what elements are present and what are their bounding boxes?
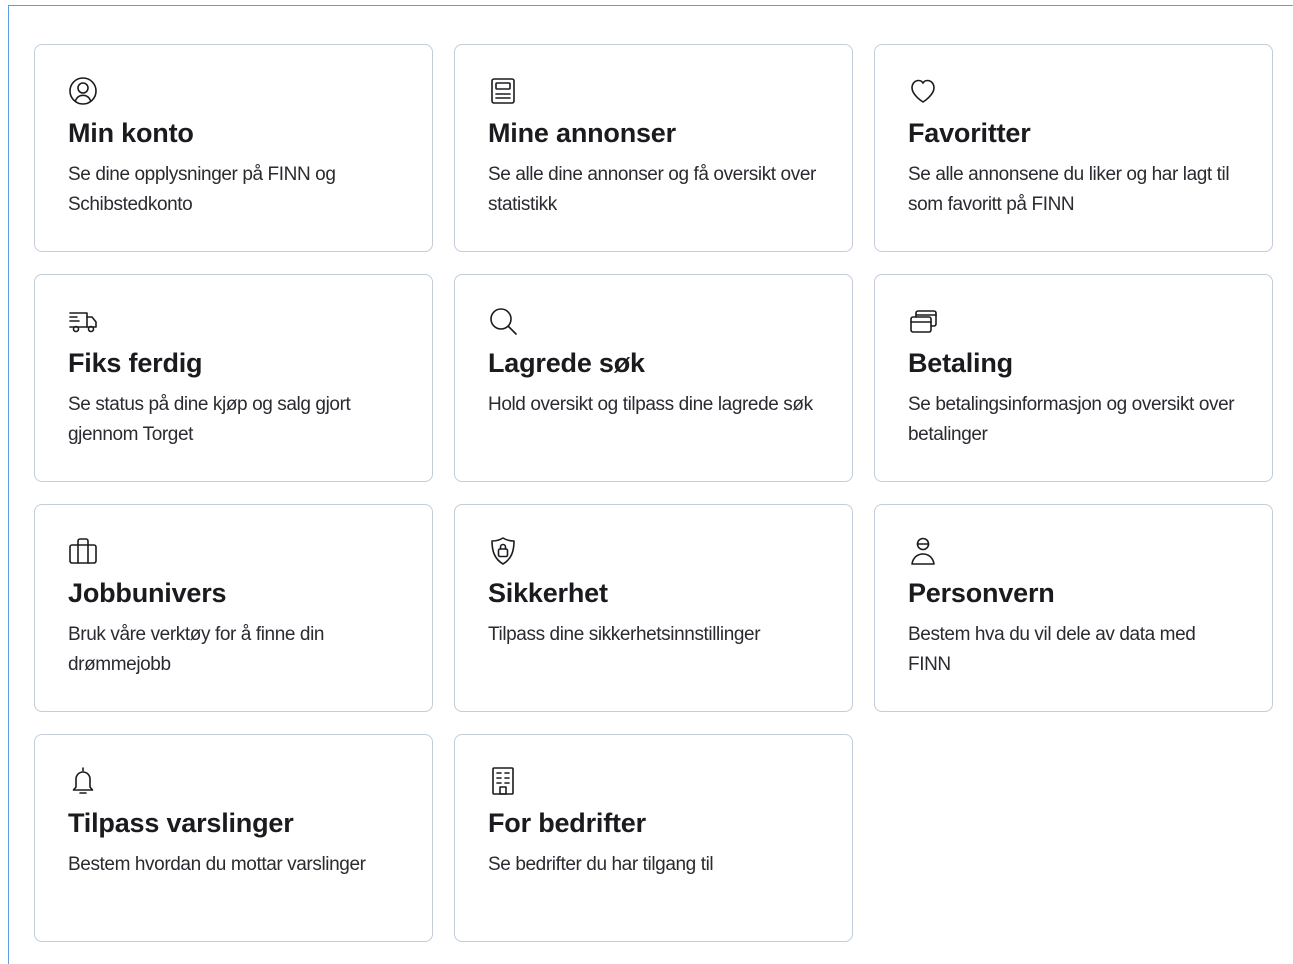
search-icon: [487, 305, 519, 337]
shield-lock-icon: [487, 535, 519, 567]
user-circle-icon: [67, 75, 99, 107]
card-description: Se alle annonsene du liker og har lagt t…: [908, 164, 1230, 215]
card-fiks-ferdig[interactable]: Fiks ferdig Se status på dine kjøp og sa…: [34, 274, 433, 482]
credit-cards-icon: [907, 305, 939, 337]
card-title: Betaling: [908, 348, 1013, 378]
card-title: Mine annonser: [488, 118, 676, 148]
bell-icon: [67, 765, 99, 797]
card-lagrede-sok[interactable]: Lagrede søk Hold oversikt og tilpass din…: [454, 274, 853, 482]
card-title: Tilpass varslinger: [68, 808, 294, 838]
card-personvern[interactable]: Personvern Bestem hva du vil dele av dat…: [874, 504, 1273, 712]
card-title: Lagrede søk: [488, 348, 645, 378]
card-description: Se bedrifter du har tilgang til: [488, 854, 714, 875]
card-title: Min konto: [68, 118, 194, 148]
card-favoritter[interactable]: Favoritter Se alle annonsene du liker og…: [874, 44, 1273, 252]
card-jobbunivers[interactable]: Jobbunivers Bruk våre verktøy for å finn…: [34, 504, 433, 712]
card-description: Bestem hva du vil dele av data med FINN: [908, 624, 1196, 675]
building-icon: [487, 765, 519, 797]
card-description: Tilpass dine sikkerhetsinnstillinger: [488, 624, 761, 645]
card-title: Sikkerhet: [488, 578, 608, 608]
account-menu-grid: Min konto Se dine opplysninger på FINN o…: [34, 44, 1273, 942]
card-title: Fiks ferdig: [68, 348, 203, 378]
card-title: For bedrifter: [488, 808, 646, 838]
card-for-bedrifter[interactable]: For bedrifter Se bedrifter du har tilgan…: [454, 734, 853, 942]
delivery-truck-icon: [67, 305, 99, 337]
card-description: Hold oversikt og tilpass dine lagrede sø…: [488, 394, 813, 415]
listing-icon: [487, 75, 519, 107]
card-description: Bestem hvordan du mottar varslinger: [68, 854, 366, 875]
card-title: Jobbunivers: [68, 578, 227, 608]
card-sikkerhet[interactable]: Sikkerhet Tilpass dine sikkerhetsinnstil…: [454, 504, 853, 712]
briefcase-icon: [67, 535, 99, 567]
heart-icon: [907, 75, 939, 107]
person-icon: [907, 535, 939, 567]
card-description: Se alle dine annonser og få oversikt ove…: [488, 164, 816, 215]
card-min-konto[interactable]: Min konto Se dine opplysninger på FINN o…: [34, 44, 433, 252]
card-description: Se dine opplysninger på FINN og Schibste…: [68, 164, 336, 215]
card-description: Se status på dine kjøp og salg gjort gje…: [68, 394, 351, 445]
card-betaling[interactable]: Betaling Se betalingsinformasjon og over…: [874, 274, 1273, 482]
card-title: Favoritter: [908, 118, 1031, 148]
card-tilpass-varslinger[interactable]: Tilpass varslinger Bestem hvordan du mot…: [34, 734, 433, 942]
card-title: Personvern: [908, 578, 1055, 608]
card-description: Se betalingsinformasjon og oversikt over…: [908, 394, 1235, 445]
card-description: Bruk våre verktøy for å finne din drømme…: [68, 624, 325, 675]
card-mine-annonser[interactable]: Mine annonser Se alle dine annonser og f…: [454, 44, 853, 252]
